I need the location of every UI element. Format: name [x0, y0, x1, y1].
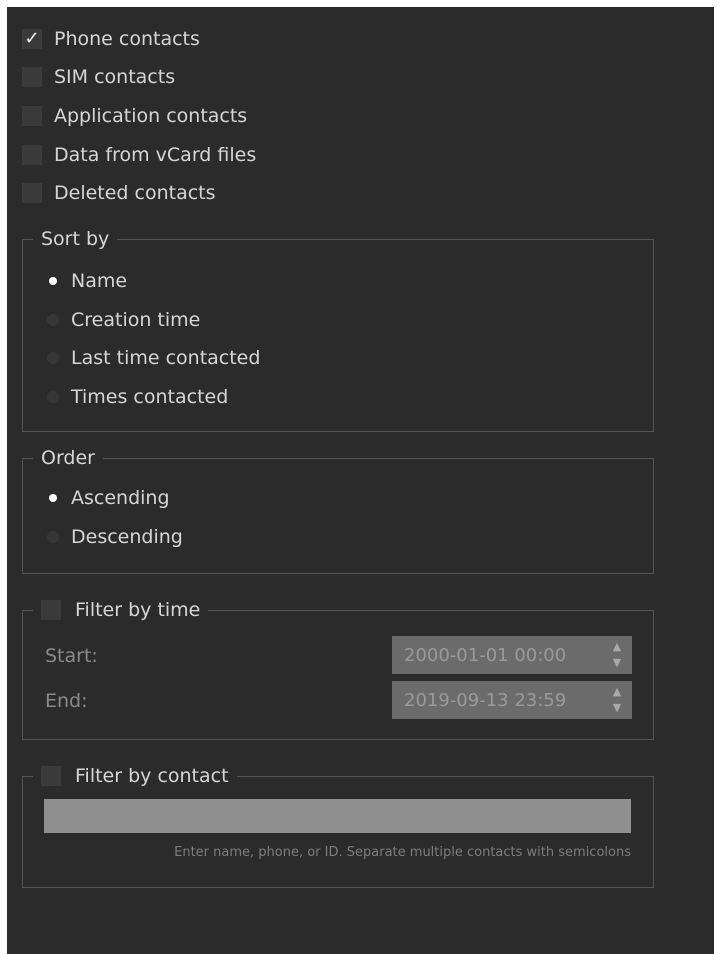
- radio-order-descending[interactable]: Descending: [43, 523, 183, 551]
- end-datetime-input[interactable]: 2019-09-13 23:59 ▲ ▼: [392, 681, 632, 719]
- radio-label: Times contacted: [71, 386, 229, 408]
- radio-sort-name[interactable]: Name: [43, 267, 127, 295]
- triangle-up-icon[interactable]: ▲: [613, 686, 621, 698]
- start-datetime-input[interactable]: 2000-01-01 00:00 ▲ ▼: [392, 636, 632, 674]
- radio-selected-icon[interactable]: [49, 277, 57, 285]
- radio-sort-last-time-contacted[interactable]: Last time contacted: [43, 344, 260, 372]
- end-label: End:: [45, 690, 88, 712]
- checkbox-label: Application contacts: [54, 105, 248, 127]
- checkbox-deleted-contacts[interactable]: Deleted contacts: [22, 179, 216, 207]
- checkbox-label: Data from vCard files: [54, 144, 257, 166]
- filter-by-time-group: Filter by time Start: 2000-01-01 00:00 ▲…: [22, 597, 654, 740]
- sort-by-legend: Sort by: [33, 226, 118, 252]
- triangle-down-icon[interactable]: ▼: [613, 702, 621, 714]
- radio-sort-times-contacted[interactable]: Times contacted: [43, 383, 228, 411]
- radio-selected-icon[interactable]: [49, 494, 57, 502]
- checkbox-box[interactable]: [22, 183, 42, 203]
- checkbox-box[interactable]: [22, 106, 42, 126]
- contact-filter-input[interactable]: [44, 799, 631, 833]
- contact-filter-hint: Enter name, phone, or ID. Separate multi…: [174, 845, 631, 860]
- checkbox-application-contacts[interactable]: Application contacts: [22, 102, 247, 130]
- filter-by-time-checkbox[interactable]: [41, 600, 61, 620]
- checkbox-box[interactable]: [22, 145, 42, 165]
- radio-unselected-icon[interactable]: [47, 314, 59, 326]
- radio-label: Creation time: [71, 309, 201, 331]
- checkbox-vcard-data[interactable]: Data from vCard files: [22, 141, 256, 169]
- sort-by-group: Sort by Name Creation time Last time con…: [22, 226, 654, 432]
- checkbox-sim-contacts[interactable]: SIM contacts: [22, 63, 175, 91]
- start-label: Start:: [45, 645, 98, 667]
- radio-label: Name: [71, 270, 128, 292]
- spin-buttons[interactable]: ▲ ▼: [610, 686, 624, 714]
- radio-sort-creation-time[interactable]: Creation time: [43, 306, 200, 334]
- end-datetime-value: 2019-09-13 23:59: [404, 689, 567, 711]
- radio-label: Ascending: [71, 487, 170, 509]
- radio-unselected-icon[interactable]: [47, 352, 59, 364]
- spin-buttons[interactable]: ▲ ▼: [610, 641, 624, 669]
- radio-order-ascending[interactable]: Ascending: [43, 484, 170, 512]
- checkbox-box[interactable]: ✓: [22, 29, 42, 49]
- checkbox-phone-contacts[interactable]: ✓ Phone contacts: [22, 25, 200, 53]
- filter-by-time-title: Filter by time: [75, 599, 201, 621]
- radio-unselected-icon[interactable]: [47, 531, 59, 543]
- order-title: Order: [41, 447, 95, 469]
- filter-by-contact-legend: Filter by contact: [33, 763, 237, 789]
- filter-by-time-legend: Filter by time: [33, 597, 209, 623]
- radio-label: Last time contacted: [71, 347, 261, 369]
- sort-by-title: Sort by: [41, 228, 110, 250]
- check-icon: ✓: [24, 28, 40, 49]
- start-datetime-value: 2000-01-01 00:00: [404, 644, 567, 666]
- checkbox-label: SIM contacts: [54, 66, 176, 88]
- order-group: Order Ascending Descending: [22, 445, 654, 574]
- triangle-up-icon[interactable]: ▲: [613, 641, 621, 653]
- triangle-down-icon[interactable]: ▼: [613, 657, 621, 669]
- filter-by-contact-checkbox[interactable]: [41, 766, 61, 786]
- checkbox-label: Phone contacts: [54, 28, 200, 50]
- contacts-options-panel: ✓ Phone contacts SIM contacts Applicatio…: [7, 7, 714, 954]
- radio-label: Descending: [71, 526, 183, 548]
- radio-unselected-icon[interactable]: [47, 391, 59, 403]
- order-legend: Order: [33, 445, 103, 471]
- checkbox-box[interactable]: [22, 67, 42, 87]
- filter-by-contact-title: Filter by contact: [75, 765, 229, 787]
- checkbox-label: Deleted contacts: [54, 182, 216, 204]
